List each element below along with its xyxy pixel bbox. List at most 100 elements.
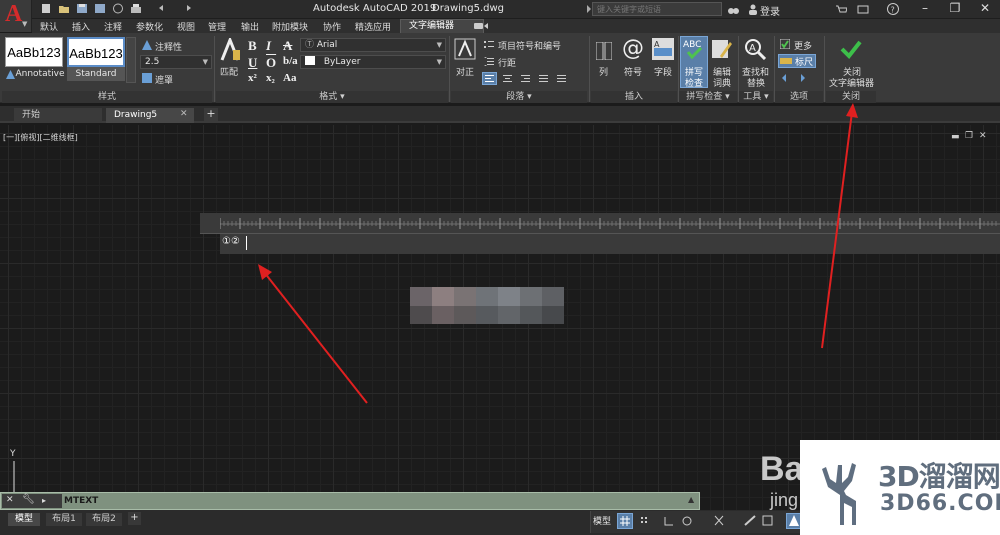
- snap-icon[interactable]: [640, 516, 650, 526]
- stack-icon[interactable]: b/a: [283, 55, 298, 67]
- justify-text-icon[interactable]: [539, 75, 548, 82]
- tab-insert[interactable]: 插入: [72, 20, 90, 33]
- new-file-icon[interactable]: [40, 3, 52, 14]
- annotative-toggle[interactable]: 注释性: [155, 40, 182, 53]
- layout-tab-layout2[interactable]: 布局2: [86, 513, 122, 526]
- close-icon[interactable]: ✕: [180, 109, 188, 119]
- mtext-ruler[interactable]: [200, 213, 1000, 234]
- lineweight-icon[interactable]: [744, 515, 756, 526]
- chevron-right-icon[interactable]: ▸: [42, 496, 46, 505]
- line-spacing-button[interactable]: 行距: [498, 56, 516, 69]
- tab-addins[interactable]: 附加模块: [272, 20, 308, 33]
- field-icon[interactable]: A: [652, 38, 674, 60]
- viewport-minimize-icon[interactable]: ▬: [951, 132, 960, 142]
- redo-icon[interactable]: [182, 3, 194, 14]
- polar-icon[interactable]: [682, 516, 692, 526]
- align-left-icon: [485, 75, 494, 82]
- tab-parametric[interactable]: 参数化: [136, 20, 163, 33]
- chevron-up-icon[interactable]: ▲: [688, 495, 694, 504]
- text-height-combo[interactable]: 2.5 ▼: [140, 55, 212, 69]
- viewport-controls[interactable]: [一][俯视][二维线框]: [3, 132, 78, 143]
- application-menu-button[interactable]: A ▼: [0, 0, 32, 32]
- undo-icon[interactable]: [780, 73, 790, 83]
- more-options-button[interactable]: 更多: [794, 39, 812, 52]
- match-properties-icon[interactable]: [219, 38, 241, 62]
- text-style-sample-annotative[interactable]: AaBb123: [5, 37, 63, 67]
- paragraph-panel-title: 段落 ▾: [451, 91, 587, 103]
- mtext-edit-box[interactable]: ①②: [220, 234, 1000, 254]
- plot-icon[interactable]: [130, 3, 142, 14]
- checkbox-checked-icon[interactable]: [780, 39, 790, 49]
- new-layout-button[interactable]: +: [128, 512, 141, 525]
- superscript-icon[interactable]: x²: [248, 72, 257, 84]
- close-window-button[interactable]: ✕: [970, 0, 1000, 19]
- new-tab-button[interactable]: +: [204, 108, 218, 121]
- file-title: Drawing5.dwg: [432, 3, 504, 14]
- doc-tab-start[interactable]: 开始: [14, 108, 102, 123]
- search-input[interactable]: [593, 3, 721, 15]
- font-value: Arial: [316, 40, 338, 50]
- ortho-icon[interactable]: [664, 516, 674, 526]
- mtext-content[interactable]: ①②: [222, 236, 240, 247]
- bold-icon[interactable]: B: [248, 38, 257, 54]
- web-icon[interactable]: [112, 3, 124, 14]
- bullets-numbering-button[interactable]: 项目符号和编号: [498, 39, 561, 52]
- osnap-icon[interactable]: [714, 515, 724, 526]
- command-line[interactable]: [0, 492, 700, 510]
- text-style-sample-standard[interactable]: AaBb123: [67, 37, 125, 67]
- restore-button[interactable]: ❐: [940, 0, 970, 19]
- style-gallery-scroll[interactable]: [126, 37, 136, 83]
- tab-manage[interactable]: 管理: [208, 20, 226, 33]
- close-icon[interactable]: ✕: [6, 495, 14, 505]
- distribute-icon[interactable]: [557, 75, 566, 82]
- layout-tab-layout1[interactable]: 布局1: [46, 513, 82, 526]
- close-text-editor-check-icon[interactable]: [840, 38, 862, 60]
- mask-button[interactable]: 遮罩: [155, 73, 173, 86]
- minimize-button[interactable]: –: [910, 0, 940, 19]
- find-replace-icon[interactable]: A: [744, 38, 766, 60]
- strikethrough-icon[interactable]: A: [283, 38, 292, 54]
- panel-separator: [449, 36, 450, 102]
- viewport-close-icon[interactable]: ✕: [979, 131, 987, 141]
- chevron-right-icon[interactable]: [586, 5, 592, 13]
- font-combo[interactable]: Ⓣ Arial ▼: [300, 38, 446, 52]
- align-center-icon[interactable]: [503, 75, 512, 82]
- tab-view[interactable]: 视图: [177, 20, 195, 33]
- layout-tab-model[interactable]: 模型: [8, 513, 40, 526]
- binoculars-icon[interactable]: [728, 4, 739, 15]
- align-right-icon[interactable]: [521, 75, 530, 82]
- tab-collaborate[interactable]: 协作: [323, 20, 341, 33]
- tab-output[interactable]: 输出: [241, 20, 259, 33]
- app-title: Autodesk AutoCAD 2019: [313, 3, 437, 14]
- tab-default[interactable]: 默认: [40, 20, 58, 33]
- underline-icon[interactable]: U: [248, 55, 257, 71]
- edit-dictionary-icon[interactable]: [712, 38, 732, 60]
- undo-icon[interactable]: [156, 3, 168, 14]
- columns-icon[interactable]: [596, 42, 612, 60]
- exchange-icon[interactable]: [857, 4, 869, 15]
- wrench-icon[interactable]: 🔧︎: [22, 494, 35, 505]
- video-icon[interactable]: [474, 22, 488, 30]
- open-file-icon[interactable]: [58, 3, 70, 14]
- viewport-restore-icon[interactable]: ❐: [965, 131, 973, 141]
- truetype-font-icon: Ⓣ: [305, 40, 317, 50]
- redo-icon[interactable]: [797, 73, 807, 83]
- tab-text-editor[interactable]: 文字编辑器: [400, 19, 484, 33]
- italic-icon[interactable]: I: [266, 38, 271, 54]
- save-as-icon[interactable]: [94, 3, 106, 14]
- tab-annotate[interactable]: 注释: [104, 20, 122, 33]
- symbol-icon[interactable]: @: [622, 36, 644, 61]
- overline-icon[interactable]: O: [266, 55, 276, 71]
- color-combo[interactable]: ByLayer ▼: [300, 55, 446, 69]
- justify-icon[interactable]: [454, 38, 476, 62]
- login-button[interactable]: 登录: [760, 3, 780, 18]
- selection-cycle-icon[interactable]: [762, 515, 774, 526]
- subscript-icon[interactable]: x₂: [266, 72, 275, 84]
- model-space-toggle[interactable]: 模型: [593, 514, 611, 527]
- help-icon[interactable]: ?: [887, 3, 899, 15]
- change-case-icon[interactable]: Aa: [283, 72, 296, 84]
- search-box[interactable]: [592, 2, 722, 16]
- tab-featured-apps[interactable]: 精选应用: [355, 20, 391, 33]
- save-icon[interactable]: [76, 3, 88, 14]
- cart-icon[interactable]: [835, 4, 847, 15]
